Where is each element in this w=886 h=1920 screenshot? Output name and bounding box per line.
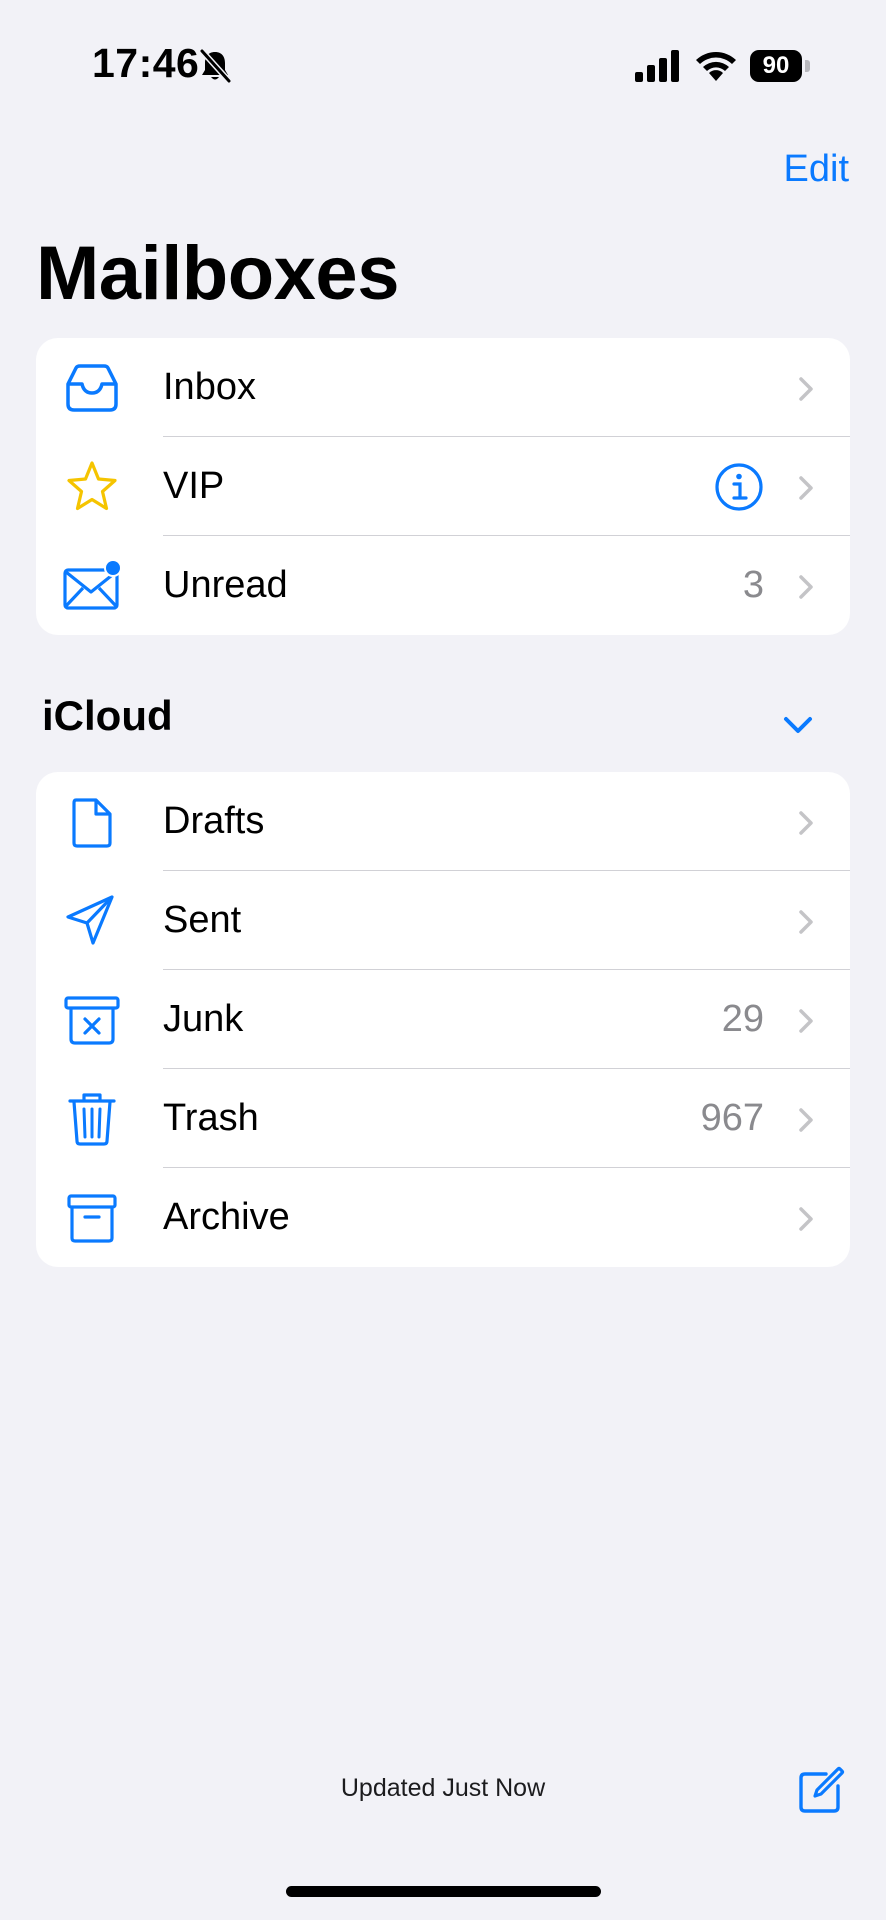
chevron-right-icon	[798, 376, 814, 402]
info-icon[interactable]	[714, 462, 764, 512]
battery-cap	[805, 60, 810, 72]
doc-icon	[62, 794, 122, 850]
xmark-bin-icon	[62, 992, 122, 1048]
mailbox-label: Unread	[163, 564, 288, 606]
mailbox-label: Trash	[163, 1097, 259, 1139]
mailbox-count: 29	[721, 998, 764, 1040]
chevron-right-icon	[798, 475, 814, 501]
home-indicator[interactable]	[286, 1886, 601, 1897]
square-and-pencil-icon[interactable]	[796, 1765, 846, 1815]
wifi-icon	[694, 47, 738, 83]
mailbox-count: 967	[700, 1097, 764, 1139]
status-bar: 17:46 90	[0, 0, 886, 130]
update-status: Updated Just Now	[340, 1774, 546, 1802]
battery-icon: 90	[750, 50, 810, 82]
mailbox-row-vip[interactable]: VIP	[36, 437, 850, 536]
chevron-right-icon	[798, 574, 814, 600]
mailbox-label: Inbox	[163, 366, 256, 408]
chevron-down-icon[interactable]	[783, 716, 813, 734]
star-icon	[62, 459, 122, 515]
icloud-mailboxes-list: Drafts Sent Junk 29 Trash 967 Archive	[36, 772, 850, 1267]
bell-slash-icon	[198, 48, 232, 84]
mailbox-label: VIP	[163, 465, 225, 507]
archivebox-icon	[62, 1190, 122, 1246]
mailbox-row-drafts[interactable]: Drafts	[36, 772, 850, 871]
chevron-right-icon	[798, 909, 814, 935]
cellular-signal-icon	[634, 50, 682, 82]
chevron-right-icon	[798, 1107, 814, 1133]
mailbox-row-inbox[interactable]: Inbox	[36, 338, 850, 437]
section-header-icloud[interactable]: iCloud	[42, 692, 173, 740]
page-title: Mailboxes	[36, 231, 399, 316]
battery-level: 90	[750, 50, 802, 82]
chevron-right-icon	[798, 1008, 814, 1034]
mailbox-label: Archive	[163, 1196, 290, 1238]
status-time: 17:46	[92, 40, 200, 86]
envelope-badge-icon	[62, 558, 122, 614]
mailbox-label: Drafts	[163, 800, 265, 842]
mailbox-row-unread[interactable]: Unread 3	[36, 536, 850, 635]
mailbox-row-sent[interactable]: Sent	[36, 871, 850, 970]
paperplane-icon	[62, 893, 122, 949]
tray-icon	[62, 360, 122, 416]
mailbox-row-trash[interactable]: Trash 967	[36, 1069, 850, 1168]
mailbox-row-junk[interactable]: Junk 29	[36, 970, 850, 1069]
edit-button[interactable]: Edit	[784, 148, 849, 191]
mailbox-count: 3	[742, 564, 764, 606]
mailbox-label: Junk	[163, 998, 244, 1040]
chevron-right-icon	[798, 1206, 814, 1232]
trash-icon	[62, 1091, 122, 1147]
mailbox-label: Sent	[163, 899, 242, 941]
top-mailboxes-list: Inbox VIP Unread 3	[36, 338, 850, 635]
chevron-right-icon	[798, 810, 814, 836]
mailbox-row-archive[interactable]: Archive	[36, 1168, 850, 1267]
